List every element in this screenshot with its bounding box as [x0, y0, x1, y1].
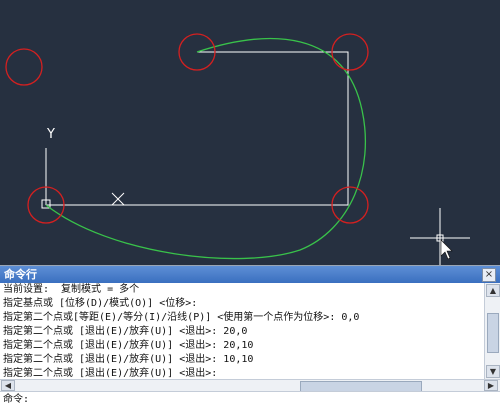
ucs-icon: Y [41, 127, 55, 209]
scroll-right-icon[interactable]: ▶ [484, 380, 498, 391]
command-panel-title: 命令行 [4, 268, 37, 281]
mouse-pointer-icon [440, 239, 453, 260]
history-line: 指定第二个点或 [退出(E)/放弃(U)] <退出>: 20,0 [3, 326, 248, 337]
y-axis-label: Y [46, 127, 55, 142]
rect-outline[interactable] [46, 51, 349, 206]
command-panel-titlebar[interactable]: 命令行 × [0, 266, 500, 283]
vertical-scrollbar[interactable]: ▲ ▼ [484, 283, 500, 379]
vertical-scroll-thumb[interactable] [487, 313, 499, 353]
history-line: 指定第二个点或 [退出(E)/放弃(U)] <退出>: 20,10 [3, 340, 254, 351]
history-line: 指定第二个点或[等距(E)/等分(I)/沿线(P)] <使用第一个点作为位移>:… [3, 312, 360, 323]
close-icon[interactable]: × [482, 268, 496, 282]
drawing-canvas[interactable]: Y [0, 0, 500, 265]
command-line-panel: 命令行 × 当前设置: 复制模式 = 多个 指定基点或 [位移(D)/模式(O)… [0, 265, 500, 407]
spline-curve[interactable] [45, 38, 366, 260]
crosshair-cursor-icon [410, 208, 470, 265]
command-prompt-label: 命令: [3, 394, 30, 405]
command-history: 当前设置: 复制模式 = 多个 指定基点或 [位移(D)/模式(O)] <位移>… [0, 283, 484, 379]
scroll-left-icon[interactable]: ◀ [1, 380, 15, 391]
cad-window: Y 命令行 × 当前设置: 复制模式 = 多个 指定基点或 [位移(D)/模式(… [0, 0, 500, 407]
history-line: 指定第二个点或 [退出(E)/放弃(U)] <退出>: 10,10 [3, 354, 254, 365]
history-line: 指定基点或 [位移(D)/模式(O)] <位移>: [3, 298, 198, 309]
command-input[interactable] [30, 393, 470, 406]
scroll-up-icon[interactable]: ▲ [486, 284, 500, 297]
circle-1[interactable] [5, 48, 43, 86]
cross-marker [111, 192, 125, 206]
command-prompt-row: 命令: [0, 391, 500, 407]
scroll-down-icon[interactable]: ▼ [486, 365, 500, 378]
history-line: 当前设置: 复制模式 = 多个 [3, 284, 140, 295]
history-line: 指定第二个点或 [退出(E)/放弃(U)] <退出>: [3, 368, 218, 379]
